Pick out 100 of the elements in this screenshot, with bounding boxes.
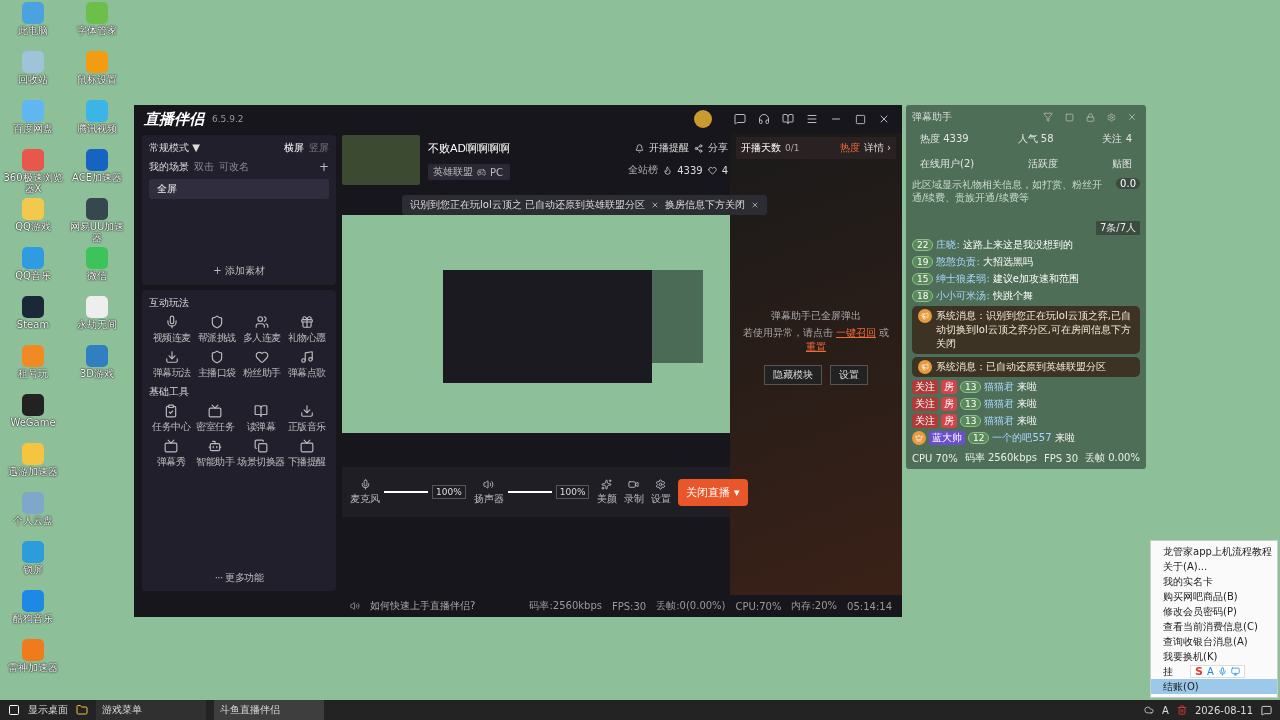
stop-live-button[interactable]: 关闭直播 ▾ (678, 478, 748, 506)
control-label: 扬声器 (473, 491, 504, 506)
close-icon[interactable] (650, 201, 659, 209)
menu-item[interactable]: 修改会员密码(P) (1151, 604, 1243, 619)
message-icon[interactable] (732, 111, 748, 127)
category-tag[interactable]: 英雄联盟 PC (428, 164, 510, 180)
tool-button[interactable]: 视频连麦 (149, 315, 194, 345)
volume-reading: 100% (432, 485, 466, 499)
tool-button[interactable]: 弹幕玩法 (149, 350, 194, 380)
menu-item[interactable]: 结账(O) (1151, 679, 1277, 694)
toolbar-button[interactable]: 美颜 (597, 478, 617, 506)
panel-button[interactable]: 设置 (830, 365, 868, 385)
menu-item[interactable]: 我要换机(K) (1151, 649, 1224, 664)
status-text: 内存:20% (791, 599, 838, 613)
menu-item[interactable]: 购买网吧商品(B) (1151, 589, 1244, 604)
mode-dropdown[interactable]: 常规模式 ▼ (149, 141, 200, 155)
gift-icon (299, 315, 314, 329)
menu-item[interactable]: 关于(A)... (1151, 559, 1214, 574)
status-text: 05:14:14 (847, 600, 892, 612)
chat-message: 大招选黑吗 (982, 255, 1033, 269)
tool-button[interactable]: 读弹幕 (237, 404, 285, 434)
tool-button[interactable]: 密室任务 (193, 404, 238, 434)
flame-icon (663, 165, 673, 175)
menu-item[interactable]: 龙管家app上机流程教程 (1151, 544, 1278, 559)
notification-icon[interactable] (1261, 704, 1272, 716)
speaker-icon[interactable] (483, 478, 495, 490)
level-badge: 22 (912, 239, 934, 251)
mic-icon[interactable] (359, 478, 371, 490)
menu-item[interactable]: 查看当前消费信息(C) (1151, 619, 1264, 634)
menu-item[interactable]: 查询收银台消息(A) (1151, 634, 1254, 649)
panel-tab[interactable]: 贴图 (1112, 157, 1132, 171)
camera-icon (628, 478, 640, 490)
folder-icon[interactable] (76, 704, 88, 716)
footer-stat: FPS 30 (1044, 452, 1079, 464)
tool-button[interactable]: 粉丝助手 (239, 350, 284, 380)
follow-tag: 关注 (912, 414, 938, 428)
level-badge: 13 (960, 415, 982, 427)
screen-icon (299, 439, 314, 453)
taskbar-item[interactable]: 斗鱼直播伴侣 (214, 700, 324, 720)
remind-link[interactable]: 开播提醒 (649, 141, 689, 155)
menu-item[interactable]: 挂 (1151, 664, 1179, 679)
tool-button[interactable]: 多人连麦 (239, 315, 284, 345)
add-scene-button[interactable]: + (318, 160, 329, 174)
tool-button[interactable]: 正版音乐 (284, 404, 329, 434)
avatar[interactable] (694, 110, 712, 128)
tool-button[interactable]: 主播口袋 (194, 350, 239, 380)
orientation-tab[interactable]: 横屏 (284, 141, 304, 155)
orientation-tab[interactable]: 竖屏 (309, 141, 329, 155)
notice-text: 识别到您正在玩lol云顶之 已自动还原到英雄联盟分区 (410, 198, 645, 212)
cloud-icon[interactable] (1144, 705, 1155, 715)
follow-tag: 关注 (912, 380, 938, 394)
panel-tab[interactable]: 活跃度 (1028, 157, 1059, 171)
panel-button[interactable]: 隐藏模块 (764, 365, 822, 385)
tool-button[interactable]: 弹幕秀 (149, 439, 194, 469)
tool-button[interactable]: 场景切换器 (237, 439, 285, 469)
taskbar-item[interactable]: 游戏菜单 (96, 700, 206, 720)
close-icon[interactable] (750, 201, 759, 209)
mic-icon (164, 315, 179, 329)
show-desktop-button[interactable]: 显示桌面 (28, 703, 68, 717)
headset-icon[interactable] (756, 111, 772, 127)
reset-link[interactable]: 重置 (806, 341, 826, 352)
rank-link[interactable]: 全站榜 (628, 163, 659, 177)
cover-thumbnail[interactable] (342, 135, 420, 185)
clock-date: 2026-08-11 (1194, 704, 1253, 716)
tool-button[interactable]: 下播提醒 (284, 439, 329, 469)
tool-button[interactable]: 礼物心愿 (284, 315, 329, 345)
speaker-icon (350, 601, 360, 611)
more-features-button[interactable]: ··· 更多功能 (214, 571, 264, 585)
user-name: 庄晓: (936, 238, 960, 252)
app-icon[interactable] (22, 296, 44, 318)
panel-tab[interactable]: 在线用户(2) (920, 157, 975, 171)
scene-item[interactable]: 全屏 (149, 179, 329, 199)
heart-icon (707, 165, 717, 175)
add-source-button[interactable]: + 添加素材 (207, 263, 271, 279)
toolbar-button[interactable]: 录制 (624, 478, 644, 506)
app-icon[interactable] (22, 394, 44, 416)
system-message: 系统消息：识别到您正在玩lol云顶之弈,已自动切换到lol云顶之弈分区,可在房间信息下方关闭 (936, 309, 1132, 351)
ime-mode[interactable]: A (1206, 666, 1214, 677)
chat-message: 这路上来这是我没想到的 (962, 238, 1073, 252)
help-link[interactable]: 如何快速上手直播伴侣? (370, 599, 476, 613)
detail-link[interactable]: 详情 › (863, 141, 891, 155)
section-title: 互动玩法 (149, 296, 190, 310)
music-icon (299, 350, 314, 364)
menu-item[interactable]: 我的实名卡 (1151, 574, 1219, 589)
book-icon[interactable] (780, 111, 796, 127)
copy-icon (254, 439, 269, 453)
tool-button[interactable]: 帮派挑战 (194, 315, 239, 345)
tool-button[interactable]: 弹幕点歌 (284, 350, 329, 380)
crown-icon (912, 431, 926, 445)
recall-link[interactable]: 一键召回 (836, 327, 876, 338)
toolbar-button[interactable]: 设置 (651, 478, 671, 506)
download-icon (164, 350, 179, 364)
tool-button[interactable]: 智能助手 (193, 439, 238, 469)
tool-button[interactable]: 任务中心 (149, 404, 194, 434)
stat-text: 关注 4 (1102, 132, 1132, 146)
input-mode[interactable]: A (1162, 704, 1169, 716)
chat-message: 来啦 (1017, 397, 1038, 411)
app-icon[interactable] (86, 198, 108, 220)
ime-logo[interactable]: S (1195, 665, 1203, 678)
share-link[interactable]: 分享 (708, 141, 728, 155)
